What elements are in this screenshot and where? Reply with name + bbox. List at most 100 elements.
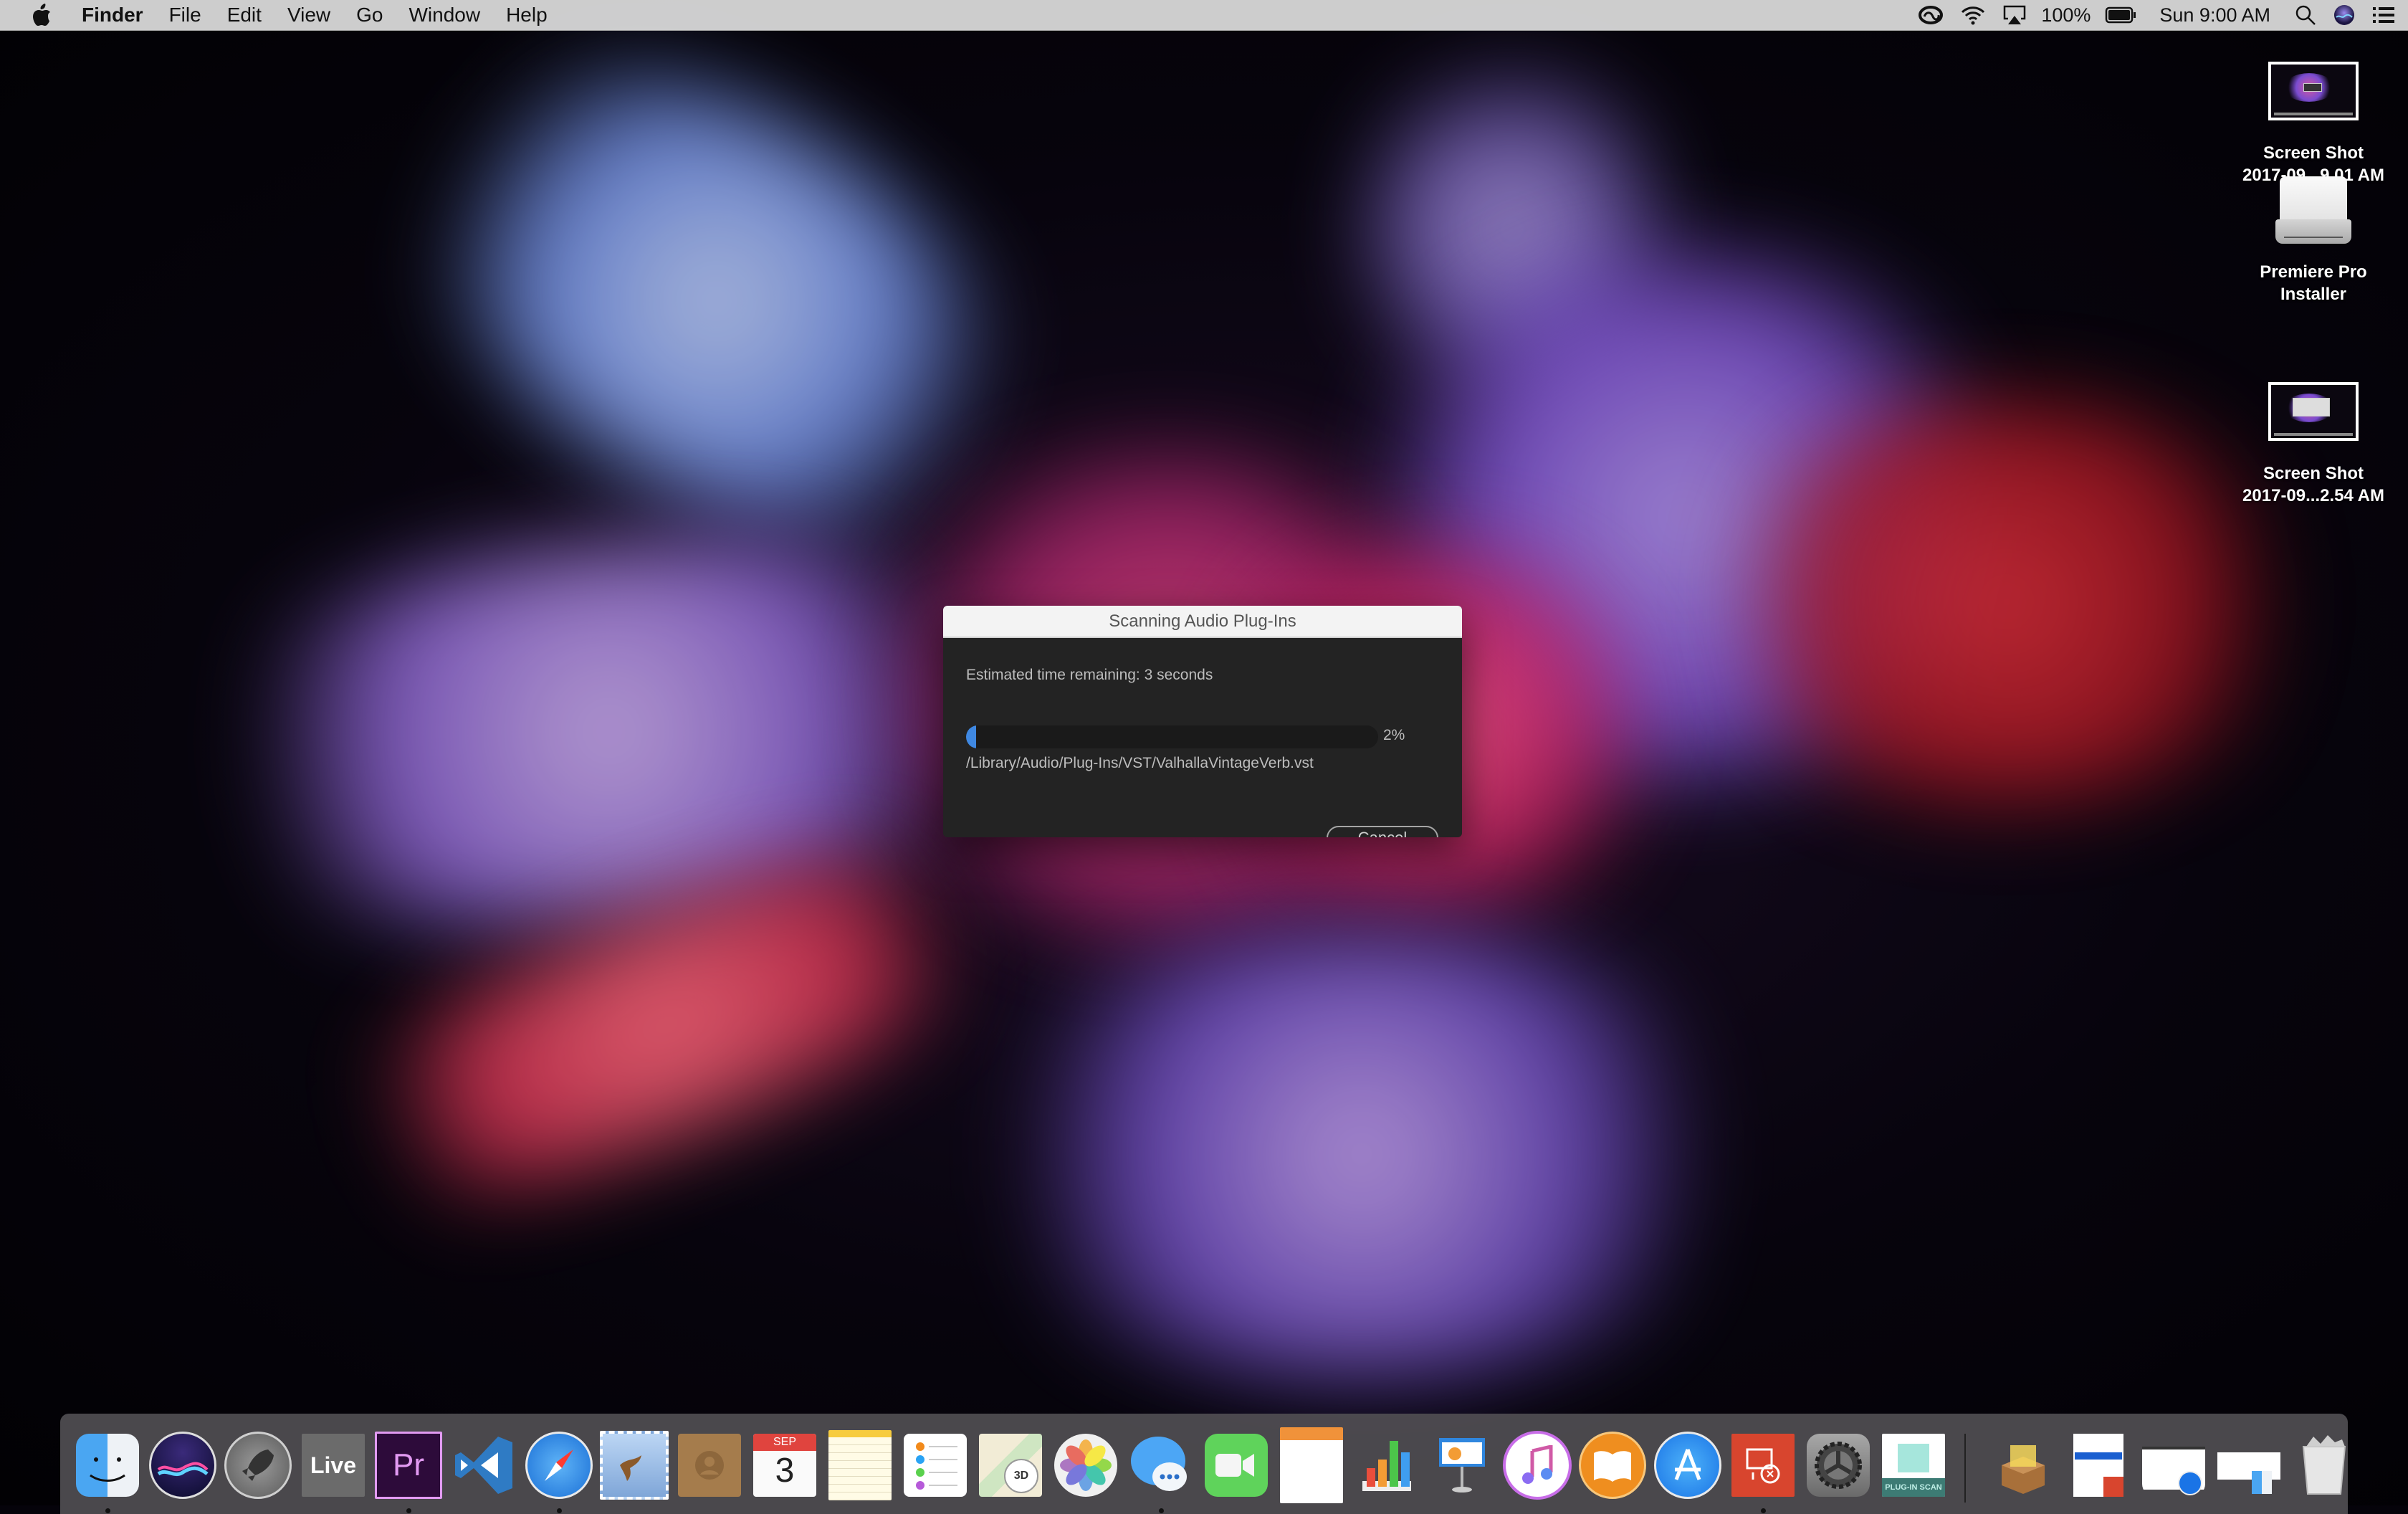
desktop-item-label: Screen Shot bbox=[2263, 143, 2364, 163]
dock-item-system-preferences[interactable] bbox=[1801, 1428, 1876, 1503]
menu-bar: Finder File Edit View Go Window Help 100… bbox=[0, 0, 2408, 31]
dock-item-notes[interactable] bbox=[823, 1428, 897, 1503]
progress-percent-label: 2% bbox=[1383, 727, 1405, 743]
dock-item-mail[interactable] bbox=[597, 1428, 672, 1503]
dock-item-itunes[interactable] bbox=[1500, 1428, 1575, 1503]
menu-window[interactable]: Window bbox=[396, 0, 493, 30]
itunes-note-icon bbox=[1503, 1431, 1572, 1500]
menu-file[interactable]: File bbox=[156, 0, 214, 30]
facetime-icon bbox=[1205, 1434, 1268, 1497]
apple-menu-icon[interactable] bbox=[29, 2, 54, 28]
dock-item-facetime[interactable] bbox=[1199, 1428, 1274, 1503]
desktop-item-premiere-installer[interactable]: Premiere Pro Installer bbox=[2227, 176, 2399, 305]
dock-trash[interactable] bbox=[2287, 1428, 2361, 1503]
scan-progress-bar bbox=[966, 725, 1378, 748]
dock-item-maps[interactable]: 3D bbox=[973, 1428, 1048, 1503]
desktop-item-screenshot-1[interactable]: Screen Shot 2017-09...9.01 AM bbox=[2227, 62, 2399, 186]
remote-desktop-icon bbox=[1731, 1434, 1795, 1497]
menu-edit[interactable]: Edit bbox=[214, 0, 274, 30]
running-indicator bbox=[557, 1508, 562, 1513]
external-drive-icon bbox=[2275, 176, 2351, 261]
battery-percent: 100% bbox=[2041, 4, 2091, 26]
plugin-scan-icon: PLUG-IN SCAN bbox=[1882, 1434, 1945, 1497]
dock-item-keynote[interactable] bbox=[1425, 1428, 1499, 1503]
pages-label: PAGES bbox=[1284, 1429, 1314, 1439]
remote-desktop-window-thumbnail bbox=[2073, 1434, 2123, 1497]
ableton-live-icon: Live bbox=[302, 1434, 365, 1497]
dock-item-photos[interactable] bbox=[1048, 1428, 1123, 1503]
desktop-item-label: 2017-09...2.54 AM bbox=[2242, 486, 2384, 505]
gear-icon bbox=[1807, 1434, 1870, 1497]
package-box-icon bbox=[1992, 1434, 2055, 1497]
compass-icon bbox=[525, 1432, 593, 1499]
plugin-block-shape bbox=[1898, 1444, 1929, 1472]
battery-icon[interactable] bbox=[2105, 0, 2136, 30]
creative-cloud-icon[interactable] bbox=[1918, 0, 1944, 30]
dock-item-plugin-scan[interactable]: PLUG-IN SCAN bbox=[1876, 1428, 1951, 1503]
plugin-scan-label: PLUG-IN SCAN bbox=[1882, 1478, 1945, 1497]
dock-item-safari[interactable] bbox=[522, 1428, 596, 1513]
desktop-item-label: Premiere Pro bbox=[2260, 262, 2367, 282]
dock-item-reminders[interactable] bbox=[898, 1428, 973, 1503]
dock-item-pages[interactable]: PAGES bbox=[1274, 1427, 1349, 1503]
contacts-book-icon bbox=[678, 1434, 741, 1497]
dock-stack-installer[interactable] bbox=[1986, 1428, 2060, 1503]
mail-stamp-icon bbox=[600, 1431, 669, 1500]
finder-window-thumbnail bbox=[2217, 1434, 2280, 1497]
calendar-icon: SEP 3 bbox=[753, 1434, 816, 1497]
dock-item-calendar[interactable]: SEP 3 bbox=[747, 1428, 822, 1503]
dock-item-siri[interactable] bbox=[145, 1428, 220, 1503]
dock-item-app-store[interactable] bbox=[1650, 1428, 1725, 1503]
trash-full-icon bbox=[2293, 1434, 2356, 1497]
current-plugin-path: /Library/Audio/Plug-Ins/VST/ValhallaVint… bbox=[966, 755, 1314, 771]
dock-item-contacts[interactable] bbox=[672, 1428, 747, 1503]
notification-center-icon[interactable] bbox=[2372, 0, 2395, 30]
messages-bubble-icon bbox=[1129, 1434, 1193, 1497]
dock-item-numbers[interactable] bbox=[1349, 1428, 1424, 1503]
finder-icon bbox=[76, 1434, 139, 1497]
desktop-item-label: Screen Shot bbox=[2263, 464, 2364, 483]
reminders-icon bbox=[904, 1434, 967, 1497]
dock-window-safari[interactable] bbox=[2136, 1428, 2211, 1503]
menu-help[interactable]: Help bbox=[493, 0, 560, 30]
maps-icon: 3D bbox=[979, 1434, 1042, 1497]
menu-app-name[interactable]: Finder bbox=[76, 0, 156, 30]
dock-window-remote-desktop[interactable] bbox=[2061, 1428, 2136, 1503]
running-indicator bbox=[105, 1508, 110, 1513]
search-icon[interactable] bbox=[2295, 0, 2316, 30]
calendar-day: 3 bbox=[775, 1452, 795, 1490]
safari-window-thumbnail bbox=[2142, 1434, 2205, 1497]
menu-go[interactable]: Go bbox=[343, 0, 396, 30]
pages-icon: PAGES bbox=[1280, 1427, 1343, 1503]
wifi-icon[interactable] bbox=[1961, 0, 1985, 30]
menu-clock[interactable]: Sun 9:00 AM bbox=[2159, 4, 2270, 27]
vscode-icon bbox=[452, 1434, 515, 1497]
airplay-icon[interactable] bbox=[2002, 0, 2027, 30]
dock: Live Pr SEP 3 3D PAGES PLUG-IN SCAN bbox=[60, 1414, 2348, 1514]
rocket-icon bbox=[224, 1432, 292, 1499]
desktop-item-screenshot-2[interactable]: Screen Shot 2017-09...2.54 AM bbox=[2227, 382, 2399, 507]
dock-item-ibooks[interactable] bbox=[1575, 1428, 1650, 1503]
dock-item-finder[interactable] bbox=[70, 1428, 145, 1513]
notes-icon bbox=[828, 1430, 892, 1500]
dock-item-messages[interactable] bbox=[1124, 1428, 1198, 1513]
dock-item-remote-desktop[interactable] bbox=[1726, 1428, 1800, 1513]
dialog-title: Scanning Audio Plug-Ins bbox=[943, 606, 1462, 638]
dock-item-premiere-pro[interactable]: Pr bbox=[371, 1428, 446, 1513]
dock-separator bbox=[1964, 1434, 1966, 1503]
dock-window-finder[interactable] bbox=[2212, 1428, 2286, 1503]
dock-item-vscode[interactable] bbox=[446, 1428, 521, 1503]
time-remaining-label: Estimated time remaining: 3 seconds bbox=[966, 667, 1213, 683]
cancel-button[interactable]: Cancel bbox=[1327, 826, 1438, 837]
screenshot-thumbnail-icon bbox=[2268, 62, 2359, 120]
menu-view[interactable]: View bbox=[274, 0, 343, 30]
premiere-pro-icon: Pr bbox=[375, 1432, 442, 1499]
dock-item-launchpad[interactable] bbox=[221, 1428, 295, 1503]
dock-item-ableton-live[interactable]: Live bbox=[296, 1428, 371, 1503]
screenshot-thumbnail-icon bbox=[2268, 382, 2359, 441]
siri-icon bbox=[149, 1432, 216, 1499]
siri-icon[interactable] bbox=[2333, 0, 2355, 30]
running-indicator bbox=[1159, 1508, 1164, 1513]
ibooks-icon bbox=[1579, 1432, 1646, 1499]
progress-fill bbox=[966, 725, 976, 748]
